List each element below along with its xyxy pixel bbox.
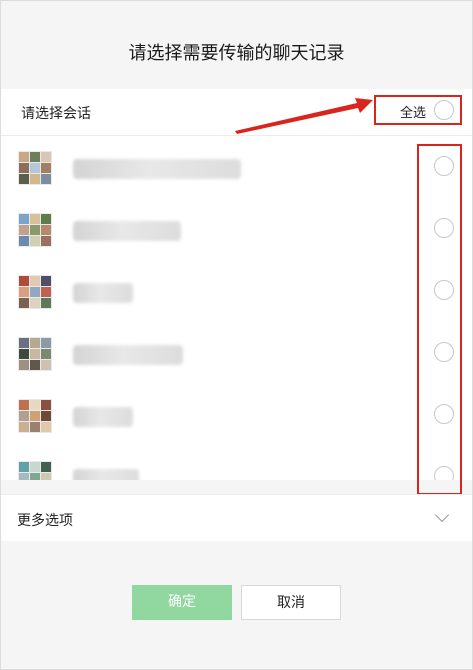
blurred-conversation-name [73,221,181,241]
avatar-tile [30,214,40,224]
conversation-row[interactable] [1,260,472,322]
avatar-tile [19,276,29,286]
conversation-row[interactable] [1,384,472,446]
avatar-tile [30,349,40,359]
avatar-tile [19,298,29,308]
conversation-row[interactable] [1,446,472,480]
select-all-radio[interactable] [434,100,454,120]
avatar-tile [30,287,40,297]
avatar-tile [30,422,40,432]
avatar-tile [19,462,29,472]
avatar-tile [41,214,51,224]
avatar-tile [19,163,29,173]
blurred-conversation-name [73,159,241,179]
conversation-list[interactable] [1,136,472,480]
conversation-select-radio[interactable] [434,342,454,362]
avatar-tile [19,411,29,421]
avatar-tile [30,174,40,184]
avatar-tile [19,422,29,432]
avatar-tile [19,214,29,224]
avatar-tile [30,225,40,235]
avatar-tile [41,473,51,480]
conversation-row[interactable] [1,136,472,198]
group-avatar [18,399,52,433]
avatar-tile [30,298,40,308]
conversation-select-radio[interactable] [434,280,454,300]
more-options-row[interactable]: 更多选项 [1,494,472,541]
avatar-tile [41,411,51,421]
group-avatar [18,461,52,480]
avatar-tile [19,287,29,297]
avatar-tile [41,338,51,348]
avatar-tile [41,360,51,370]
avatar-tile [19,473,29,480]
avatar-tile [19,152,29,162]
blurred-conversation-name [73,283,133,303]
select-all-label: 全选 [400,106,427,121]
avatar-tile [19,360,29,370]
avatar-tile [30,411,40,421]
dialog-title: 请选择需要传输的聊天记录 [128,43,345,64]
avatar-tile [30,360,40,370]
blurred-conversation-name [73,345,183,365]
conversation-row[interactable] [1,198,472,260]
conversation-select-radio[interactable] [434,466,454,480]
avatar-tile [41,298,51,308]
blurred-conversation-name [73,469,139,480]
avatar-tile [41,163,51,173]
avatar-tile [41,287,51,297]
confirm-button[interactable]: 确定 [132,585,232,620]
avatar-tile [19,400,29,410]
avatar-tile [30,163,40,173]
conversation-select-radio[interactable] [434,156,454,176]
avatar-tile [41,225,51,235]
transfer-chat-dialog: 请选择需要传输的聊天记录 请选择会话 全选 更多选项 确定 取消 [0,0,473,670]
avatar-tile [41,236,51,246]
group-avatar [18,337,52,371]
avatar-tile [19,225,29,235]
conversation-select-radio[interactable] [434,404,454,424]
avatar-tile [41,422,51,432]
avatar-tile [41,400,51,410]
chevron-down-icon[interactable] [434,507,450,523]
annotation-arrow-icon [235,98,373,134]
avatar-tile [41,152,51,162]
avatar-tile [30,236,40,246]
avatar-tile [41,349,51,359]
cancel-button[interactable]: 取消 [241,585,341,620]
avatar-tile [19,338,29,348]
avatar-tile [30,400,40,410]
avatar-tile [41,174,51,184]
avatar-tile [41,276,51,286]
avatar-tile [41,462,51,472]
avatar-tile [30,276,40,286]
avatar-tile [30,338,40,348]
group-avatar [18,275,52,309]
blurred-conversation-name [73,407,133,427]
conversation-row[interactable] [1,322,472,384]
group-avatar [18,151,52,185]
select-all-toggle[interactable]: 全选 [374,95,462,125]
avatar-tile [19,174,29,184]
more-options-label: 更多选项 [17,513,73,529]
select-conversation-label: 请选择会话 [21,106,91,122]
group-avatar [18,213,52,247]
avatar-tile [30,152,40,162]
avatar-tile [30,473,40,480]
avatar-tile [19,236,29,246]
conversation-select-radio[interactable] [434,218,454,238]
avatar-tile [19,349,29,359]
avatar-tile [30,462,40,472]
